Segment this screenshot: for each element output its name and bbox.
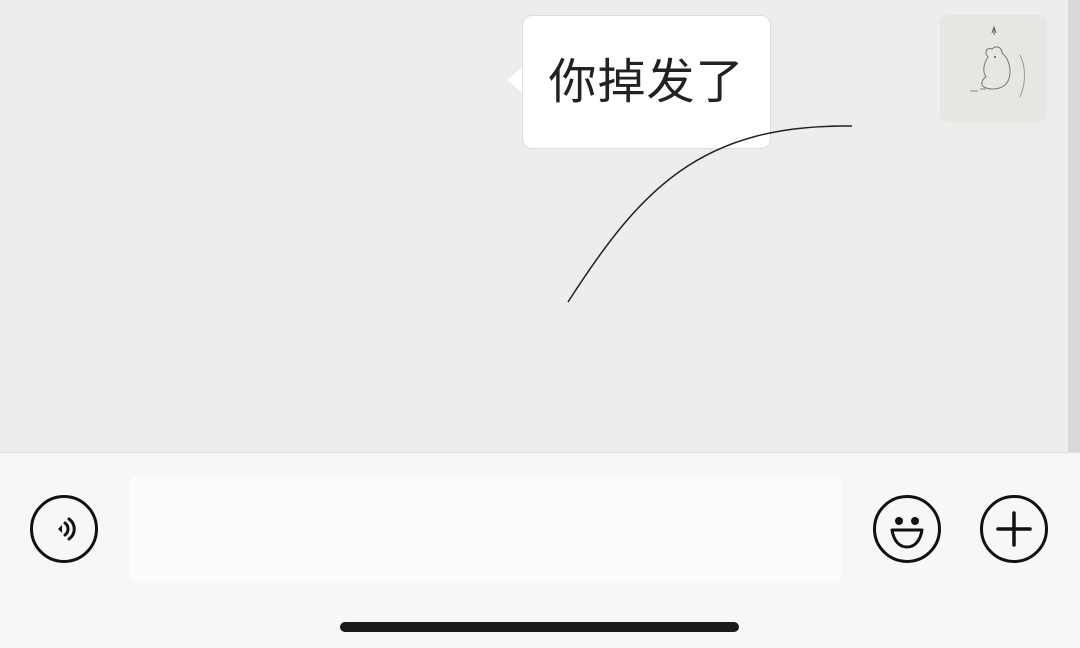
message-text: 你掉发了	[548, 54, 745, 110]
plus-icon[interactable]	[980, 495, 1048, 563]
scroll-edge	[1068, 0, 1080, 452]
message-bubble-tail	[507, 66, 523, 94]
sketch-avatar-icon[interactable]	[940, 15, 1047, 122]
emoji-icon[interactable]	[873, 495, 941, 563]
message-bubble[interactable]: 你掉发了	[522, 15, 771, 149]
voice-icon[interactable]	[30, 495, 98, 563]
chat-area: 你掉发了	[0, 0, 1068, 452]
home-indicator[interactable]	[340, 622, 739, 632]
message-input[interactable]	[130, 475, 841, 583]
input-bar	[0, 452, 1080, 648]
